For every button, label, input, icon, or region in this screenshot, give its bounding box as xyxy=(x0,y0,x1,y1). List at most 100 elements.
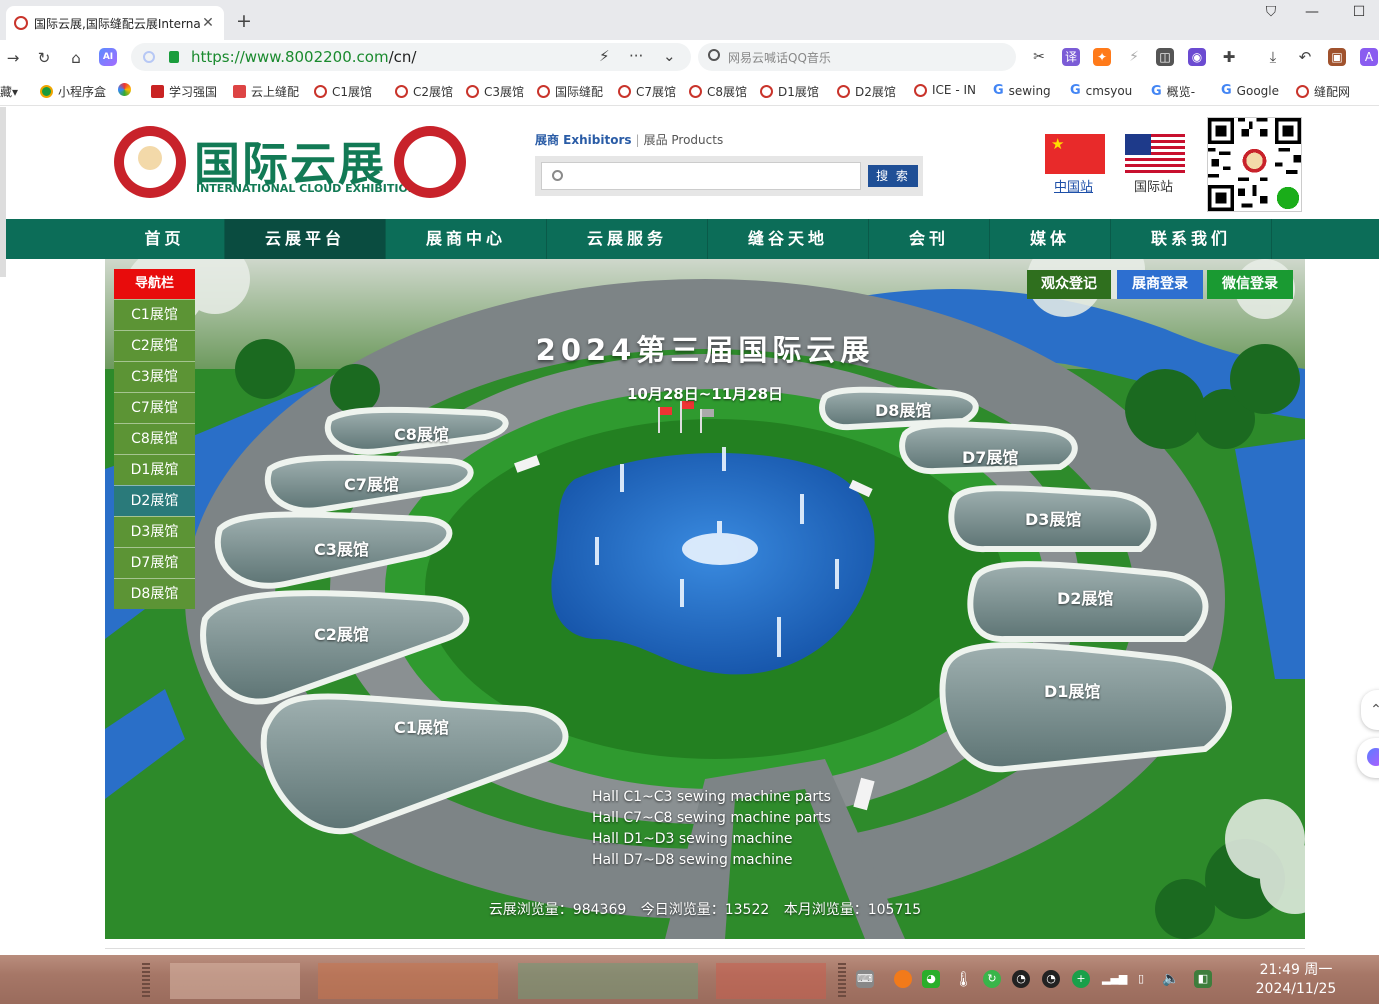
visitor-register-button[interactable]: 观众登记 xyxy=(1027,270,1111,299)
nvidia-icon[interactable]: ◧ xyxy=(1194,970,1212,988)
network-icon[interactable]: ▂▄▆ xyxy=(1102,970,1127,988)
taskbar-app[interactable] xyxy=(318,963,498,999)
ai-icon[interactable]: AI xyxy=(99,48,117,66)
reload-icon[interactable]: ↻ xyxy=(33,47,55,69)
taskbar-grip[interactable] xyxy=(838,963,846,997)
bookmark-item[interactable]: 国际缝配 xyxy=(537,83,603,100)
sidebar-item-c8[interactable]: C8展馆 xyxy=(114,423,195,454)
tab-products[interactable]: 展品 Products xyxy=(644,133,724,147)
qq-icon[interactable]: ◔ xyxy=(1012,970,1030,988)
china-flag-icon[interactable]: ★ xyxy=(1045,134,1105,174)
hall-label-c2[interactable]: C2展馆 xyxy=(314,621,369,645)
usa-flag-icon[interactable] xyxy=(1125,134,1185,174)
bolt-icon[interactable]: ⚡ xyxy=(1125,48,1143,66)
taskbar-app[interactable] xyxy=(716,963,826,999)
site-search-input[interactable] xyxy=(541,162,861,190)
bookmark-item[interactable]: G 概览 - xyxy=(1151,83,1195,100)
gamepad-icon[interactable]: ✦ xyxy=(1093,48,1111,66)
china-site-link[interactable]: 中国站 xyxy=(1054,176,1093,195)
new-tab-button[interactable]: + xyxy=(234,10,254,32)
download-icon[interactable]: ⤓ xyxy=(1264,48,1282,66)
sidebar-item-d7[interactable]: D7展馆 xyxy=(114,547,195,578)
bookmark-item[interactable]: 缝配网 xyxy=(1296,83,1350,100)
scroll-to-top-button[interactable]: ⌃ xyxy=(1361,690,1379,730)
taskbar-app[interactable] xyxy=(518,963,698,999)
nav-media[interactable]: 媒体 xyxy=(990,219,1111,259)
bookmark-item[interactable]: C1展馆 xyxy=(314,83,372,100)
bookmark-item[interactable]: 藏 ▾ xyxy=(0,83,18,100)
bookmark-item[interactable]: Gsewing xyxy=(993,83,1051,98)
bookmark-item[interactable]: C2展馆 xyxy=(395,83,453,100)
browser-search-input[interactable]: 网易云喊话QQ音乐 xyxy=(698,43,1016,71)
sidebar-item-d3[interactable]: D3展馆 xyxy=(114,516,195,547)
bookmark-item[interactable]: D2展馆 xyxy=(837,83,896,100)
robot-icon[interactable]: ◉ xyxy=(1188,48,1206,66)
address-bar[interactable]: https://www.8002200.com/cn/ ⚡ ··· ⌄ xyxy=(131,43,691,71)
home-icon[interactable]: ⌂ xyxy=(65,47,87,69)
hall-label-d7[interactable]: D7展馆 xyxy=(962,444,1018,468)
bookmark-item[interactable]: Gcmsyou xyxy=(1070,83,1132,98)
qq-icon[interactable]: ◔ xyxy=(1042,970,1060,988)
exhibitor-login-button[interactable]: 展商登录 xyxy=(1117,270,1203,299)
bookmark-item[interactable]: 小程序盒 xyxy=(40,83,106,100)
intl-site-link[interactable]: 国际站 xyxy=(1134,176,1173,195)
hall-label-c1[interactable]: C1展馆 xyxy=(394,714,449,738)
bookmark-item[interactable]: C8展馆 xyxy=(689,83,747,100)
sidebar-item-d1[interactable]: D1展馆 xyxy=(114,454,195,485)
bookmark-item[interactable] xyxy=(118,83,136,96)
browser-tab[interactable]: 国际云展,国际缝配云展Internat ✕ xyxy=(6,6,224,40)
nav-home[interactable]: 首页 xyxy=(105,219,225,259)
sidebar-item-c3[interactable]: C3展馆 xyxy=(114,361,195,392)
shield-icon[interactable]: ◫ xyxy=(1156,48,1174,66)
wechat-login-button[interactable]: 微信登录 xyxy=(1207,270,1293,299)
taskbar-grip[interactable] xyxy=(142,963,150,997)
bookmark-item[interactable]: D1展馆 xyxy=(760,83,819,100)
translate-icon[interactable]: 译 xyxy=(1062,48,1080,66)
sidebar-item-c1[interactable]: C1展馆 xyxy=(114,299,195,330)
app-tray-icon[interactable] xyxy=(894,970,912,988)
hall-label-d3[interactable]: D3展馆 xyxy=(1025,506,1081,530)
security-icon[interactable]: + xyxy=(1072,970,1090,988)
bookmark-item[interactable]: 云上缝配 xyxy=(233,83,299,100)
hall-label-c8[interactable]: C8展馆 xyxy=(394,421,449,445)
sidebar-item-d2[interactable]: D2展馆 xyxy=(114,485,195,516)
nav-exhibitor-center[interactable]: 展商中心 xyxy=(386,219,547,259)
lightning-icon[interactable]: ⚡ xyxy=(599,47,610,65)
exhibition-banner[interactable]: 2024第三届国际云展 10月28日~11月28日 C8展馆 C7展馆 C3展馆… xyxy=(105,259,1305,939)
sidebar-item-d8[interactable]: D8展馆 xyxy=(114,578,195,609)
site-logo[interactable]: 国际云展 INTERNATIONAL CLOUD EXHIBITION xyxy=(114,126,466,198)
lock-icon[interactable] xyxy=(169,51,179,63)
keyboard-icon[interactable]: ⌨ xyxy=(856,970,874,988)
tab-exhibitors[interactable]: 展商 Exhibitors xyxy=(535,133,632,147)
hall-label-d8[interactable]: D8展馆 xyxy=(875,397,931,421)
volume-icon[interactable]: 🔈 xyxy=(1162,970,1180,988)
more-icon[interactable]: ··· xyxy=(629,47,643,65)
hall-label-c3[interactable]: C3展馆 xyxy=(314,536,369,560)
thermometer-icon[interactable]: 🌡 xyxy=(954,970,973,988)
nav-cloud-platform[interactable]: 云展平台 xyxy=(225,219,386,259)
close-tab-icon[interactable]: ✕ xyxy=(200,15,216,31)
shirt-icon[interactable]: ⛉ xyxy=(1259,4,1283,20)
hall-label-d1[interactable]: D1展馆 xyxy=(1044,678,1100,702)
taskbar-clock[interactable]: 21:49 周一 2024/11/25 xyxy=(1236,961,1356,999)
bookmark-item[interactable]: ICE - IN xyxy=(914,83,976,97)
bookmark-item[interactable]: 学习强国 xyxy=(151,83,217,100)
nav-sewing-valley[interactable]: 缝谷天地 xyxy=(708,219,869,259)
hall-label-c7[interactable]: C7展馆 xyxy=(344,471,399,495)
scissors-icon[interactable]: ✂ xyxy=(1030,48,1048,66)
minimize-button[interactable]: — xyxy=(1300,4,1324,20)
ai-assistant-icon[interactable]: A xyxy=(1360,48,1378,66)
site-info-icon[interactable] xyxy=(143,51,155,63)
bookmark-item[interactable]: C7展馆 xyxy=(618,83,676,100)
taskbar-app[interactable] xyxy=(170,963,300,999)
sidebar-item-c7[interactable]: C7展馆 xyxy=(114,392,195,423)
maximize-button[interactable]: ☐ xyxy=(1347,4,1371,20)
nav-contact[interactable]: 联系我们 xyxy=(1111,219,1272,259)
nav-services[interactable]: 云展服务 xyxy=(547,219,708,259)
refresh-tray-icon[interactable]: ↻ xyxy=(983,970,1001,988)
battery-icon[interactable]: ▯ xyxy=(1132,970,1150,988)
search-button[interactable]: 搜 索 xyxy=(868,165,918,187)
bookmark-item[interactable]: G Google xyxy=(1221,83,1279,98)
chevron-down-icon[interactable]: ⌄ xyxy=(663,47,676,65)
undo-icon[interactable]: ↶ xyxy=(1296,48,1314,66)
